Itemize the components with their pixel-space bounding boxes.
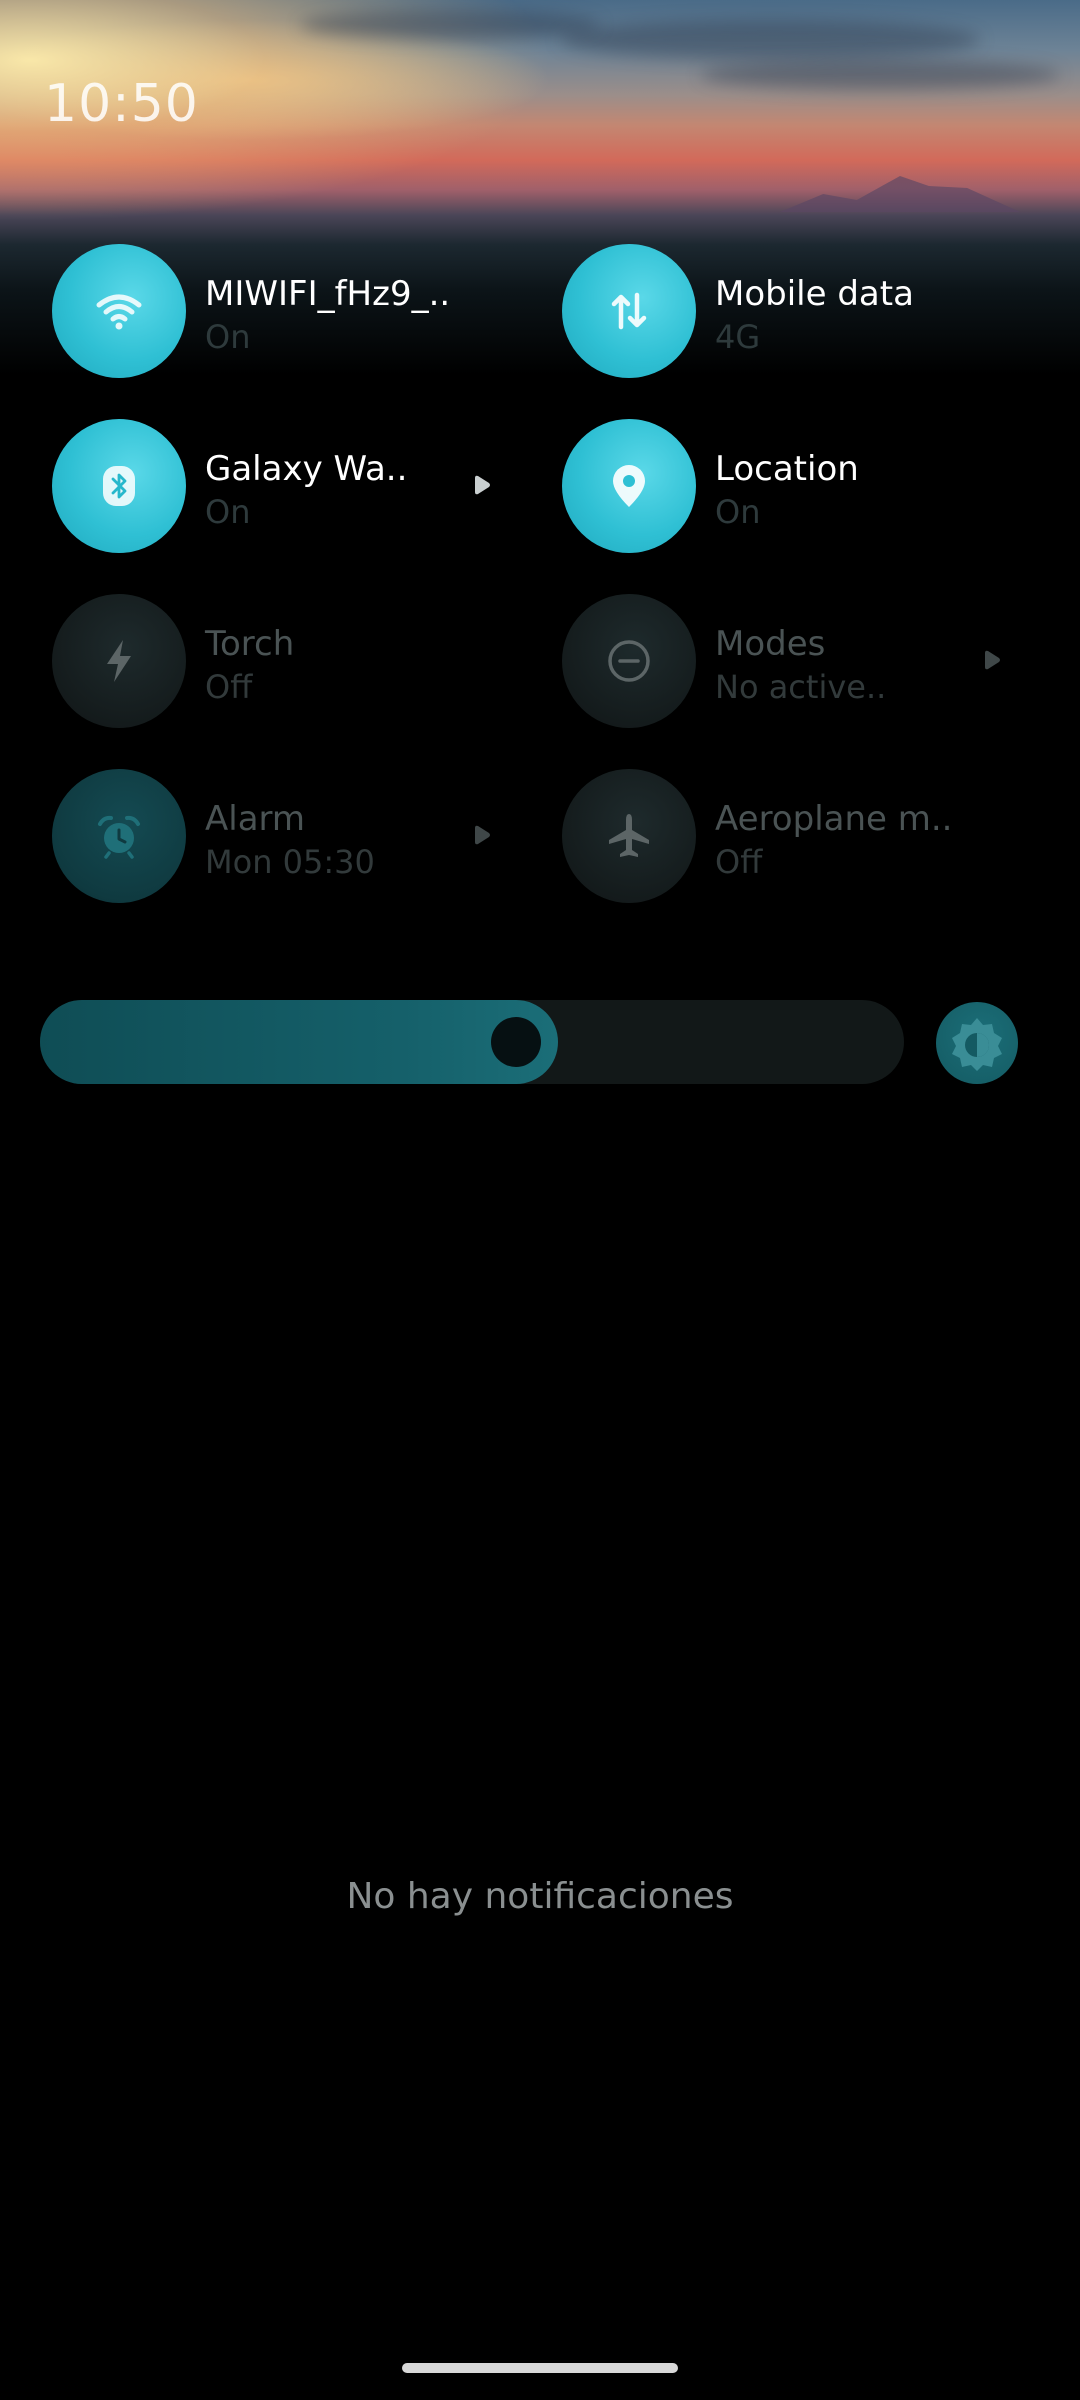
- brightness-slider[interactable]: [40, 1000, 904, 1084]
- mountain-silhouette: [780, 176, 1020, 212]
- brightness-auto-icon: [952, 1018, 1002, 1071]
- tile-alarm[interactable]: Alarm Mon 05:30: [52, 769, 512, 903]
- mobile-data-icon: [611, 292, 647, 330]
- tile-status: No active..: [715, 668, 887, 706]
- location-icon: [613, 465, 645, 507]
- aeroplane-mode-toggle[interactable]: [562, 769, 696, 903]
- location-toggle[interactable]: [562, 419, 696, 553]
- tile-status: 4G: [715, 318, 761, 356]
- auto-brightness-button[interactable]: [936, 1002, 1018, 1084]
- empty-notifications-text: No hay notificaciones: [346, 1876, 734, 1917]
- bluetooth-toggle[interactable]: [52, 419, 186, 553]
- tile-status: On: [205, 493, 251, 531]
- tile-wifi[interactable]: MIWIFI_fHz9_.. On: [52, 244, 512, 378]
- torch-toggle[interactable]: [52, 594, 186, 728]
- modes-icon: [608, 640, 650, 682]
- airplane-icon: [609, 814, 649, 857]
- tile-modes[interactable]: Modes No active..: [562, 594, 1022, 728]
- quick-settings-screen: 10:50 MIWIFI_fHz9_.. On Mobile data 4G G…: [0, 0, 1080, 2400]
- tile-title: Aeroplane m..: [715, 799, 953, 839]
- tile-title: MIWIFI_fHz9_..: [205, 274, 451, 314]
- tile-mobile-data[interactable]: Mobile data 4G: [562, 244, 1022, 378]
- tile-title: Galaxy Wa..: [205, 449, 408, 489]
- tile-torch[interactable]: Torch Off: [52, 594, 512, 728]
- tile-title: Mobile data: [715, 274, 914, 314]
- tile-status: Off: [715, 843, 763, 881]
- alarm-toggle[interactable]: [52, 769, 186, 903]
- wifi-icon: [96, 294, 142, 330]
- tile-status: Off: [205, 668, 253, 706]
- tile-status: On: [205, 318, 251, 356]
- tile-bluetooth[interactable]: Galaxy Wa.. On: [52, 419, 512, 553]
- torch-icon: [107, 640, 131, 682]
- mobile-data-toggle[interactable]: [562, 244, 696, 378]
- tile-location[interactable]: Location On: [562, 419, 1022, 553]
- modes-toggle[interactable]: [562, 594, 696, 728]
- tile-status: Mon 05:30: [205, 843, 375, 881]
- tile-title: Torch: [205, 624, 295, 664]
- more-options-icon[interactable]: [982, 650, 1002, 670]
- tile-status: On: [715, 493, 761, 531]
- more-options-icon[interactable]: [472, 475, 492, 495]
- bluetooth-icon: [103, 466, 135, 506]
- tile-aeroplane-mode[interactable]: Aeroplane m.. Off: [562, 769, 1022, 903]
- alarm-icon: [98, 815, 140, 859]
- gesture-nav-handle[interactable]: [402, 2363, 678, 2373]
- tile-title: Alarm: [205, 799, 306, 839]
- brightness-thumb[interactable]: [491, 1017, 541, 1067]
- tile-title: Location: [715, 449, 859, 489]
- brightness-fill: [40, 1000, 558, 1084]
- tile-title: Modes: [715, 624, 826, 664]
- status-clock: 10:50: [44, 74, 199, 134]
- wifi-toggle[interactable]: [52, 244, 186, 378]
- more-options-icon[interactable]: [472, 825, 492, 845]
